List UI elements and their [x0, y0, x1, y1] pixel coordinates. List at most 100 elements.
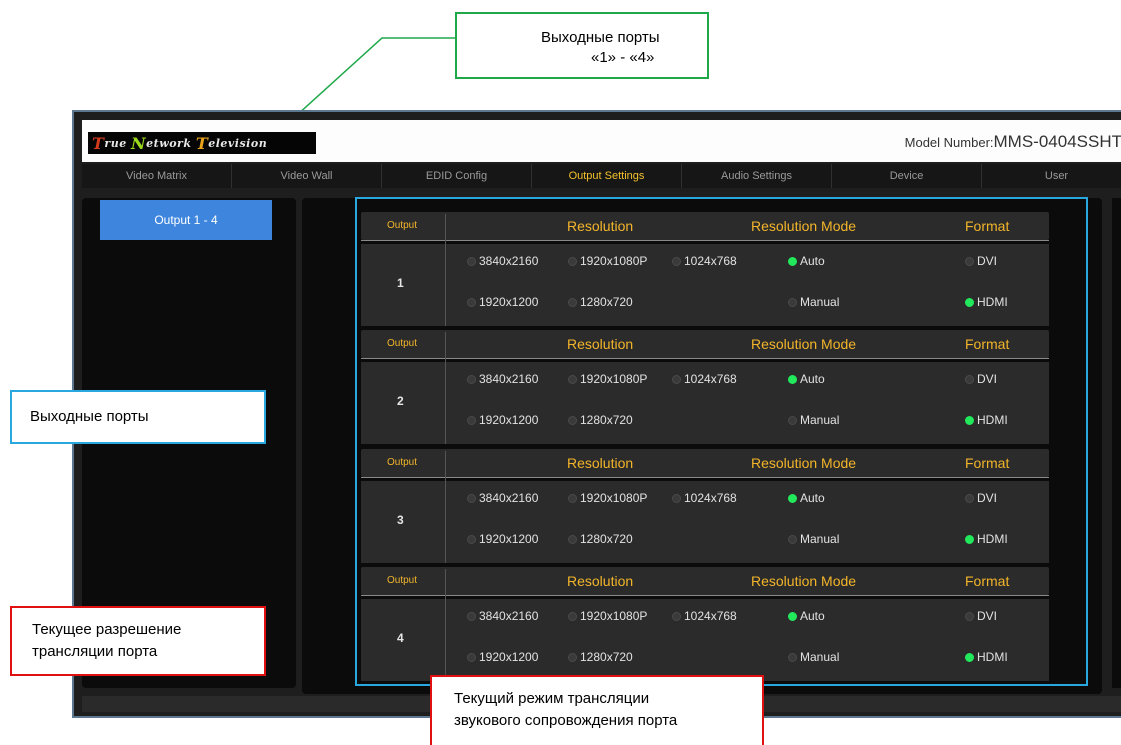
radio-dot-icon — [467, 297, 476, 307]
mode-option[interactable]: Manual — [788, 650, 839, 664]
format-option[interactable]: DVI — [965, 491, 997, 505]
col-output-label: Output — [387, 457, 418, 468]
col-mode-label: Resolution Mode — [751, 336, 857, 352]
mode-option[interactable]: Manual — [788, 295, 839, 309]
resolution-option[interactable]: 1920x1080P — [568, 609, 647, 623]
callout-top-line1: Выходные порты — [541, 29, 660, 46]
mode-option[interactable]: Auto — [788, 491, 825, 505]
resolution-option[interactable]: 3840x2160 — [467, 254, 538, 268]
resolution-option[interactable]: 1280x720 — [568, 650, 633, 664]
resolution-option[interactable]: 3840x2160 — [467, 609, 538, 623]
mode-option[interactable]: Auto — [788, 609, 825, 623]
format-option[interactable]: HDMI — [965, 295, 1008, 309]
col-output-label: Output — [387, 220, 418, 231]
mode-label: Manual — [800, 413, 840, 427]
resolution-label: 1024x768 — [684, 491, 737, 505]
format-label: HDMI — [977, 532, 1008, 546]
resolution-option[interactable]: 1024x768 — [672, 372, 737, 386]
format-option[interactable]: HDMI — [965, 413, 1008, 427]
tab-device[interactable]: Device — [832, 164, 982, 188]
radio-dot-icon — [672, 611, 681, 621]
radio-dot-icon — [568, 415, 577, 425]
format-label: DVI — [977, 254, 998, 268]
resolution-label: 1920x1200 — [479, 295, 539, 309]
radio-dot-icon — [568, 374, 577, 384]
callout-bl-line1: Текущее разрешение — [32, 621, 182, 638]
format-option[interactable]: HDMI — [965, 650, 1008, 664]
tab-video-wall[interactable]: Video Wall — [232, 164, 382, 188]
resolution-label: 1280x720 — [580, 532, 633, 546]
radio-dot-icon — [788, 493, 797, 503]
radio-dot-icon — [467, 611, 476, 621]
mode-label: Auto — [800, 254, 825, 268]
mode-option[interactable]: Auto — [788, 372, 825, 386]
resolution-option[interactable]: 1920x1080P — [568, 372, 647, 386]
output-header-row: Output Resolution Resolution Mode Format — [361, 567, 1049, 599]
col-resolution-label: Resolution — [567, 455, 634, 471]
resolution-option[interactable]: 1920x1200 — [467, 413, 538, 427]
format-option[interactable]: HDMI — [965, 532, 1008, 546]
resolution-label: 1024x768 — [684, 609, 737, 623]
radio-dot-icon — [788, 256, 797, 266]
resolution-label: 3840x2160 — [479, 254, 539, 268]
col-format-label: Format — [965, 455, 1010, 471]
resolution-option[interactable]: 1920x1200 — [467, 650, 538, 664]
resolution-option[interactable]: 1920x1200 — [467, 295, 538, 309]
tab-edid-config[interactable]: EDID Config — [382, 164, 532, 188]
tab-output-settings[interactable]: Output Settings — [532, 164, 682, 188]
radio-dot-icon — [568, 534, 577, 544]
col-output-label: Output — [387, 338, 418, 349]
output-port-row: 1 3840x2160 1920x1080P 1024x768 1920x1200 128… — [361, 240, 1049, 326]
callout-bl-line2: трансляции порта — [32, 643, 158, 660]
resolution-option[interactable]: 1024x768 — [672, 609, 737, 623]
output-group-button[interactable]: Output 1 - 4 — [100, 200, 272, 240]
resolution-option[interactable]: 1920x1080P — [568, 491, 647, 505]
format-label: DVI — [977, 609, 998, 623]
resolution-option[interactable]: 1920x1200 — [467, 532, 538, 546]
output-header-row: Output Resolution Resolution Mode Format — [361, 212, 1049, 244]
radio-dot-icon — [568, 652, 577, 662]
radio-dot-icon — [672, 374, 681, 384]
radio-dot-icon — [568, 297, 577, 307]
output-port-row: 4 3840x2160 1920x1080P 1024x768 1920x1200 128… — [361, 595, 1049, 681]
resolution-option[interactable]: 1024x768 — [672, 491, 737, 505]
radio-dot-icon — [467, 652, 476, 662]
radio-dot-icon — [467, 493, 476, 503]
radio-dot-icon — [467, 374, 476, 384]
callout-bc-line2: звукового сопровождения порта — [454, 712, 678, 729]
resolution-option[interactable]: 1280x720 — [568, 532, 633, 546]
mode-option[interactable]: Manual — [788, 532, 839, 546]
model-number: Model Number:MMS-0404SSHT — [904, 132, 1121, 151]
resolution-option[interactable]: 3840x2160 — [467, 372, 538, 386]
brand-logo: True Network Television — [88, 132, 316, 154]
format-label: DVI — [977, 491, 998, 505]
resolution-option[interactable]: 3840x2160 — [467, 491, 538, 505]
tab-video-matrix[interactable]: Video Matrix — [82, 164, 232, 188]
radio-dot-icon — [467, 415, 476, 425]
radio-dot-icon — [788, 297, 797, 307]
resolution-label: 1280x720 — [580, 650, 633, 664]
resolution-option[interactable]: 1920x1080P — [568, 254, 647, 268]
col-resolution-label: Resolution — [567, 336, 634, 352]
mode-label: Auto — [800, 491, 825, 505]
col-mode-label: Resolution Mode — [751, 218, 857, 234]
mode-option[interactable]: Manual — [788, 413, 839, 427]
radio-dot-icon — [965, 374, 974, 384]
mode-option[interactable]: Auto — [788, 254, 825, 268]
tab-audio-settings[interactable]: Audio Settings — [682, 164, 832, 188]
resolution-label: 1920x1200 — [479, 413, 539, 427]
resolution-label: 1024x768 — [684, 254, 737, 268]
callout-left-text: Выходные порты — [30, 408, 149, 425]
radio-dot-icon — [467, 534, 476, 544]
format-option[interactable]: DVI — [965, 609, 997, 623]
format-label: HDMI — [977, 413, 1008, 427]
radio-dot-icon — [568, 256, 577, 266]
resolution-option[interactable]: 1280x720 — [568, 413, 633, 427]
radio-dot-icon — [788, 534, 797, 544]
resolution-option[interactable]: 1024x768 — [672, 254, 737, 268]
resolution-option[interactable]: 1280x720 — [568, 295, 633, 309]
format-option[interactable]: DVI — [965, 254, 997, 268]
format-option[interactable]: DVI — [965, 372, 997, 386]
resolution-label: 3840x2160 — [479, 609, 539, 623]
tab-user[interactable]: User — [982, 164, 1121, 188]
